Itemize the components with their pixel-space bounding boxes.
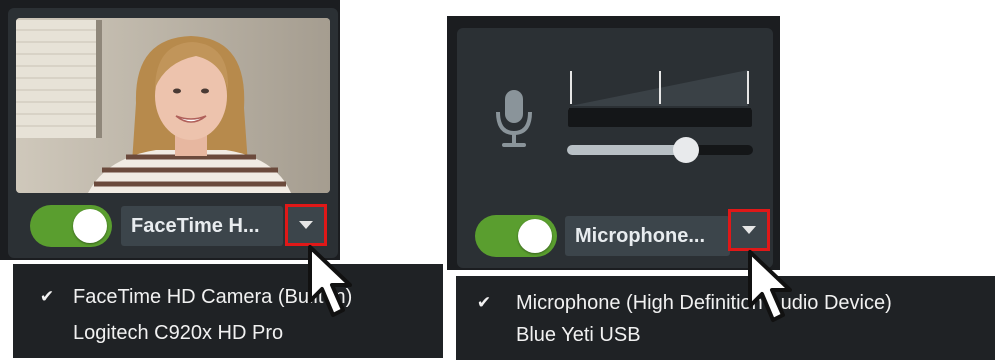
camera-device-label: FaceTime H... (131, 215, 260, 237)
mouse-pointer-icon (748, 250, 792, 322)
webcam-image (16, 18, 330, 193)
toggle-knob (518, 219, 552, 253)
camera-panel: FaceTime H... (0, 0, 340, 260)
audio-level-bar (568, 109, 752, 127)
mouse-pointer-icon (308, 245, 352, 317)
microphone-device-select[interactable]: Microphone... (565, 216, 730, 256)
microphone-menu-item-label: Blue Yeti USB (516, 324, 641, 346)
camera-preview (16, 18, 330, 193)
volume-slider[interactable] (567, 137, 753, 165)
checkmark-icon: ✔ (39, 287, 55, 306)
microphone-toggle[interactable] (475, 215, 557, 257)
microphone-dropdown-button[interactable] (728, 209, 770, 251)
chevron-down-icon (742, 226, 756, 234)
camera-menu-item[interactable]: ✔ FaceTime HD Camera (Built-in) (13, 282, 443, 312)
camera-device-select[interactable]: FaceTime H... (121, 206, 283, 246)
camera-dropdown-button[interactable] (285, 204, 327, 246)
volume-slider-thumb[interactable] (673, 137, 699, 163)
microphone-device-menu: ✔ Microphone (High Definition Audio Devi… (456, 276, 995, 360)
camera-menu-item-label: Logitech C920x HD Pro (73, 322, 284, 344)
microphone-menu-item[interactable]: Blue Yeti USB (456, 320, 995, 350)
chevron-down-icon (299, 221, 313, 229)
microphone-device-label: Microphone... (575, 225, 705, 247)
microphone-panel: Microphone... (447, 16, 780, 270)
camera-device-menu: ✔ FaceTime HD Camera (Built-in) Logitech… (13, 264, 443, 358)
camera-toggle[interactable] (30, 205, 112, 247)
checkmark-icon: ✔ (476, 293, 492, 312)
microphone-menu-item-label: Microphone (High Definition Audio Device… (516, 292, 892, 314)
microphone-menu-item[interactable]: ✔ Microphone (High Definition Audio Devi… (456, 288, 995, 318)
camera-menu-item[interactable]: Logitech C920x HD Pro (13, 318, 443, 348)
toggle-knob (73, 209, 107, 243)
microphone-icon (496, 90, 532, 147)
volume-slider-fill (567, 145, 686, 155)
